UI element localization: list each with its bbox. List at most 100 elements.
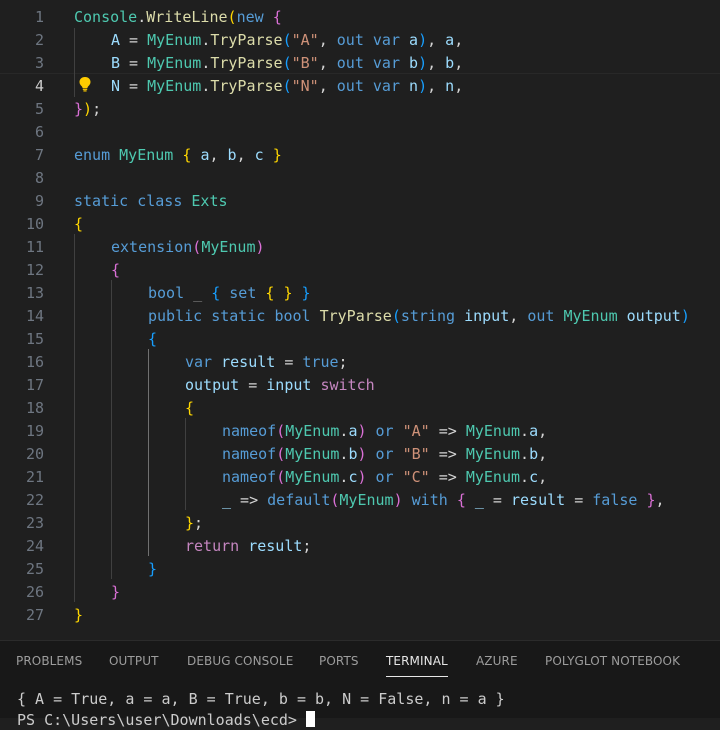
code-token: string bbox=[400, 307, 456, 325]
line-code: { bbox=[74, 213, 83, 236]
code-token: b bbox=[227, 146, 237, 164]
code-token: { bbox=[272, 8, 282, 26]
code-editor[interactable]: 1 Console.WriteLine(new {2 A = MyEnum.TryP… bbox=[0, 0, 720, 640]
line-code: }); bbox=[74, 98, 101, 121]
code-token: input bbox=[464, 307, 510, 325]
code-token: _ bbox=[474, 491, 484, 509]
code-token: output bbox=[185, 376, 240, 394]
tab-polyglot-notebook[interactable]: POLYGLOT NOTEBOOK bbox=[545, 654, 680, 668]
tab-terminal[interactable]: TERMINAL bbox=[386, 654, 448, 668]
code-token: . bbox=[520, 445, 530, 463]
code-line: 25} bbox=[0, 558, 720, 581]
code-line: 5}); bbox=[0, 98, 720, 121]
code-token: static bbox=[74, 192, 129, 210]
line-number: 23 bbox=[25, 514, 44, 532]
code-token: { bbox=[111, 261, 121, 279]
line-code: } bbox=[111, 581, 120, 604]
code-token: out bbox=[336, 77, 364, 95]
code-token: ) bbox=[418, 31, 428, 49]
code-token: TryParse bbox=[210, 77, 283, 95]
line-code: N = MyEnum.TryParse("N", out var n), n, bbox=[111, 75, 463, 98]
tab-azure[interactable]: AZURE bbox=[476, 654, 518, 668]
code-line: 18 { bbox=[0, 397, 720, 420]
code-token: extension bbox=[111, 238, 193, 256]
code-token: MyEnum bbox=[119, 146, 174, 164]
code-token: , bbox=[318, 77, 337, 95]
code-token: ) bbox=[357, 422, 367, 440]
line-code: A = MyEnum.TryParse("A", out var a), a, bbox=[111, 29, 463, 52]
tab-output[interactable]: OUTPUT bbox=[109, 654, 159, 668]
bottom-panel: PROBLEMS OUTPUT DEBUG CONSOLE PORTS TERM… bbox=[0, 640, 720, 729]
code-line: 24 return result; bbox=[0, 535, 720, 558]
code-token: } bbox=[272, 146, 282, 164]
code-token: true bbox=[302, 353, 339, 371]
code-token: bool bbox=[148, 284, 185, 302]
tab-ports[interactable]: PORTS bbox=[319, 654, 359, 668]
code-token: MyEnum bbox=[339, 491, 394, 509]
line-number: 21 bbox=[25, 468, 44, 486]
code-token: c bbox=[254, 146, 264, 164]
code-token: result bbox=[221, 353, 276, 371]
tab-debug-console[interactable]: DEBUG CONSOLE bbox=[187, 654, 293, 668]
line-number: 18 bbox=[25, 399, 44, 417]
code-token: , bbox=[538, 468, 548, 486]
code-token: ) bbox=[83, 100, 93, 118]
tab-problems[interactable]: PROBLEMS bbox=[16, 654, 82, 668]
terminal-cursor bbox=[305, 711, 315, 727]
code-token: ; bbox=[338, 353, 348, 371]
code-token: "C" bbox=[402, 468, 430, 486]
line-number: 9 bbox=[34, 192, 44, 210]
code-token: , bbox=[427, 54, 446, 72]
active-tab-indicator bbox=[386, 676, 448, 677]
code-token: ( bbox=[192, 238, 202, 256]
line-number: 16 bbox=[25, 353, 44, 371]
code-token: b bbox=[529, 445, 539, 463]
code-token: , bbox=[318, 31, 337, 49]
line-number: 8 bbox=[34, 169, 44, 187]
code-token: enum bbox=[74, 146, 111, 164]
code-token: public bbox=[148, 307, 203, 325]
code-token: nameof bbox=[222, 468, 277, 486]
code-line: 14 public static bool TryParse(string inp… bbox=[0, 305, 720, 328]
code-token: new bbox=[236, 8, 264, 26]
terminal-output-line: { A = True, a = a, B = True, b = b, N = … bbox=[17, 690, 505, 708]
code-token: ) bbox=[418, 77, 428, 95]
code-line: 27} bbox=[0, 604, 720, 627]
code-token: , bbox=[236, 146, 255, 164]
code-token: TryParse bbox=[210, 54, 283, 72]
code-token: , bbox=[427, 31, 446, 49]
code-token: input bbox=[266, 376, 312, 394]
code-token: "N" bbox=[291, 77, 319, 95]
code-token: "B" bbox=[402, 445, 430, 463]
code-token: class bbox=[137, 192, 183, 210]
code-token: "A" bbox=[291, 31, 319, 49]
indent-guide bbox=[111, 280, 112, 579]
line-code: { bbox=[111, 259, 120, 282]
code-token: B bbox=[111, 54, 121, 72]
line-number: 1 bbox=[34, 8, 44, 26]
line-code: } bbox=[148, 558, 157, 581]
code-token: { bbox=[185, 399, 195, 417]
code-token: . bbox=[201, 31, 211, 49]
line-code: }; bbox=[185, 512, 203, 535]
code-token: ) bbox=[418, 54, 428, 72]
line-code: { bbox=[185, 397, 194, 420]
lightbulb-icon[interactable] bbox=[78, 76, 92, 92]
code-token: . bbox=[201, 77, 211, 95]
code-token: ; bbox=[92, 100, 102, 118]
code-line: 10 { bbox=[0, 213, 720, 236]
line-code: Console.WriteLine(new { bbox=[74, 6, 282, 29]
code-token: ( bbox=[282, 77, 292, 95]
code-token: ( bbox=[276, 468, 286, 486]
code-token: = bbox=[483, 491, 511, 509]
